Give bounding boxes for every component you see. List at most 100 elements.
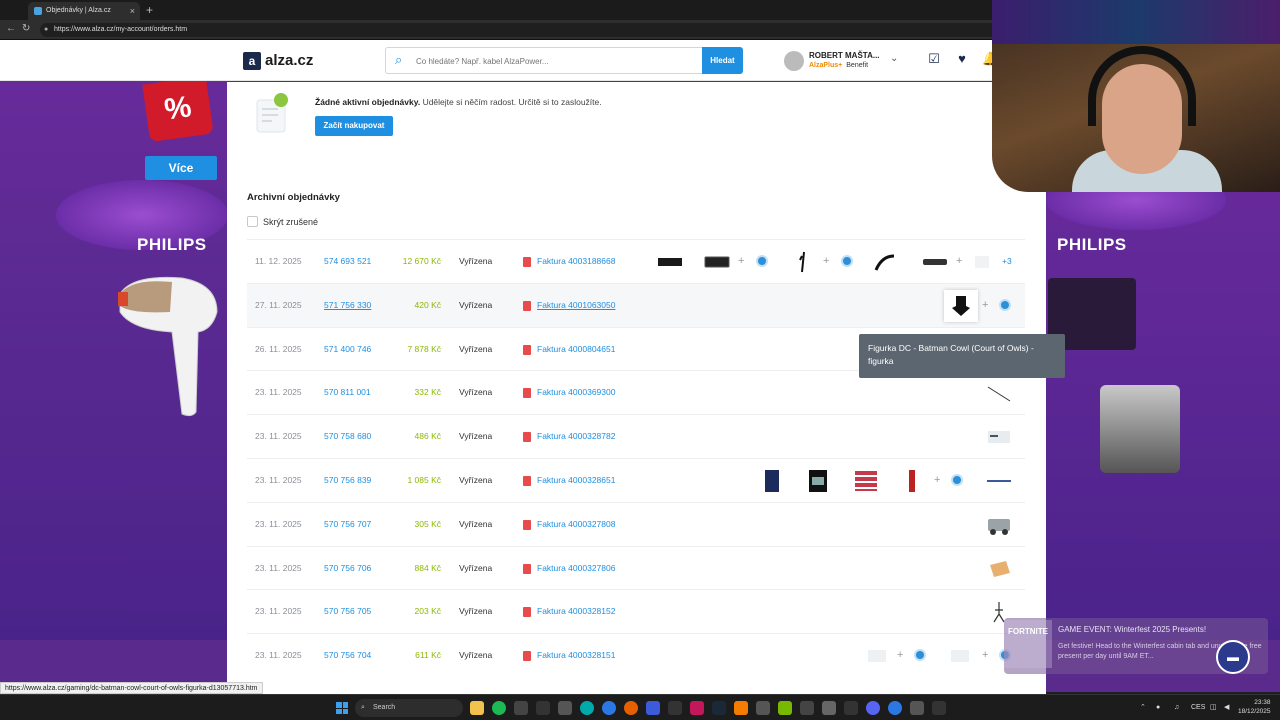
order-number-link[interactable]: 571 400 746 [324, 328, 371, 371]
browser-icon[interactable] [602, 701, 616, 715]
product-thumbnail[interactable] [986, 425, 1012, 449]
user-name[interactable]: ROBERT MAŠTA... [809, 51, 880, 60]
more-button[interactable]: Více [145, 156, 217, 180]
product-thumbnail[interactable] [986, 469, 1012, 493]
service-icon[interactable] [756, 255, 768, 267]
app-icon[interactable] [800, 701, 814, 715]
table-row[interactable]: 23. 11. 2025 570 756 839 1 085 Kč Vyříze… [247, 458, 1025, 502]
product-thumbnail[interactable] [986, 381, 1012, 405]
chrome-icon[interactable] [888, 701, 902, 715]
chat-icon[interactable]: ▬ [1216, 640, 1250, 674]
network-icon[interactable]: ◫ [1210, 701, 1217, 715]
chevron-down-icon[interactable]: ⌄ [890, 53, 898, 64]
app-icon[interactable] [822, 701, 836, 715]
app-icon[interactable] [646, 701, 660, 715]
windows-start-icon[interactable] [336, 702, 348, 714]
alza-logo[interactable]: a alza.cz [243, 51, 313, 71]
spotify-icon[interactable] [492, 701, 506, 715]
order-number-link[interactable]: 570 756 705 [324, 590, 371, 633]
app-icon[interactable] [558, 701, 572, 715]
url-field[interactable]: ● https://www.alza.cz/my-account/orders.… [40, 23, 1040, 37]
taskbar-search[interactable]: ⌕ Search [355, 699, 463, 717]
tray-app-icon[interactable]: ● [1156, 701, 1160, 715]
app-icon[interactable] [536, 701, 550, 715]
app-icon[interactable] [844, 701, 858, 715]
discord-icon[interactable] [866, 701, 880, 715]
product-thumbnail[interactable] [922, 250, 948, 274]
product-thumbnail[interactable] [969, 250, 995, 274]
service-icon[interactable] [914, 649, 926, 662]
vlc-icon[interactable] [734, 701, 748, 715]
order-number-link[interactable]: 571 756 330 [324, 284, 371, 327]
product-thumbnail[interactable] [986, 557, 1012, 581]
product-thumbnail[interactable] [853, 469, 879, 493]
close-tab-icon[interactable]: × [130, 2, 135, 20]
firefox-icon[interactable] [624, 701, 638, 715]
product-thumbnail[interactable] [986, 513, 1012, 537]
product-thumbnail[interactable] [872, 250, 898, 274]
product-thumbnail[interactable] [704, 250, 730, 274]
more-items-link[interactable]: +3 [1002, 240, 1012, 283]
taskbar-clock[interactable]: 23:38 18/12/2025 [1238, 698, 1271, 716]
order-number-link[interactable]: 570 811 001 [324, 371, 371, 414]
language-indicator[interactable]: CES [1191, 701, 1205, 715]
product-thumbnail[interactable] [947, 644, 973, 668]
product-thumbnail[interactable] [759, 469, 785, 493]
table-row[interactable]: 23. 11. 2025 570 756 706 884 Kč Vyřízena… [247, 545, 1025, 590]
edge-icon[interactable] [580, 701, 594, 715]
invoice-link[interactable]: Faktura 4000327808 [537, 503, 615, 546]
start-shopping-button[interactable]: Začít nakupovat [315, 116, 393, 136]
back-icon[interactable]: ← [6, 23, 16, 34]
search-button[interactable]: Hledat [702, 47, 743, 74]
orders-check-icon[interactable]: ☑ [927, 52, 941, 66]
invoice-link[interactable]: Faktura 4000804651 [537, 328, 615, 371]
app-icon[interactable] [932, 701, 946, 715]
product-thumbnail[interactable] [805, 469, 831, 493]
order-number-link[interactable]: 574 693 521 [324, 240, 371, 283]
hide-cancelled-checkbox[interactable] [247, 216, 258, 227]
order-number-link[interactable]: 570 756 704 [324, 634, 371, 677]
avatar[interactable] [784, 51, 804, 71]
order-number-link[interactable]: 570 756 839 [324, 459, 371, 502]
nvidia-icon[interactable] [778, 701, 792, 715]
product-thumbnail[interactable] [944, 289, 978, 322]
order-number-link[interactable]: 570 756 707 [324, 503, 371, 546]
app-icon[interactable] [910, 701, 924, 715]
invoice-link[interactable]: Faktura 4000328782 [537, 415, 615, 458]
service-icon[interactable] [999, 298, 1011, 311]
product-thumbnail[interactable] [657, 250, 683, 274]
table-row[interactable]: 27. 11. 2025 571 756 330 420 Kč Vyřízena… [247, 282, 1025, 327]
app-icon[interactable] [514, 701, 528, 715]
invoice-link[interactable]: Faktura 4000369300 [537, 371, 615, 414]
invoice-link[interactable]: Faktura 4001063050 [537, 284, 615, 327]
volume-icon[interactable]: ◀ [1224, 701, 1229, 715]
tray-chevron-icon[interactable]: ⌃ [1140, 701, 1146, 715]
reload-icon[interactable]: ↻ [22, 23, 30, 34]
table-row[interactable]: 23. 11. 2025 570 758 680 486 Kč Vyřízena… [247, 414, 1025, 458]
service-icon[interactable] [841, 255, 853, 267]
browser-tab[interactable]: Objednávky | Alza.cz × [28, 2, 140, 20]
table-row[interactable]: 11. 12. 2025 574 693 521 12 670 Kč Vyříz… [247, 239, 1025, 283]
hide-cancelled-toggle[interactable]: Skrýt zrušené [247, 216, 318, 229]
invoice-link[interactable]: Faktura 4000327806 [537, 547, 615, 590]
invoice-link[interactable]: Faktura 4000328651 [537, 459, 615, 502]
app-icon[interactable] [690, 701, 704, 715]
service-icon[interactable] [951, 474, 963, 486]
product-thumbnail[interactable] [790, 250, 816, 274]
table-row[interactable]: 23. 11. 2025 570 756 707 305 Kč Vyřízena… [247, 501, 1025, 546]
table-row[interactable]: 23. 11. 2025 570 756 705 203 Kč Vyřízena… [247, 589, 1025, 633]
mic-icon[interactable]: ♫ [1174, 701, 1179, 715]
app-icon[interactable] [756, 701, 770, 715]
steam-icon[interactable] [712, 701, 726, 715]
search-input[interactable] [416, 53, 696, 69]
app-icon[interactable] [668, 701, 682, 715]
new-tab-icon[interactable]: + [146, 2, 153, 18]
file-explorer-icon[interactable] [470, 701, 484, 715]
order-number-link[interactable]: 570 756 706 [324, 547, 371, 590]
invoice-link[interactable]: Faktura 4000328151 [537, 634, 615, 677]
invoice-link[interactable]: Faktura 4000328152 [537, 590, 615, 633]
product-thumbnail[interactable] [864, 644, 890, 668]
table-row[interactable]: 23. 11. 2025 570 756 704 611 Kč Vyřízena… [247, 633, 1025, 677]
invoice-link[interactable]: Faktura 4003188668 [537, 240, 615, 283]
order-number-link[interactable]: 570 758 680 [324, 415, 371, 458]
